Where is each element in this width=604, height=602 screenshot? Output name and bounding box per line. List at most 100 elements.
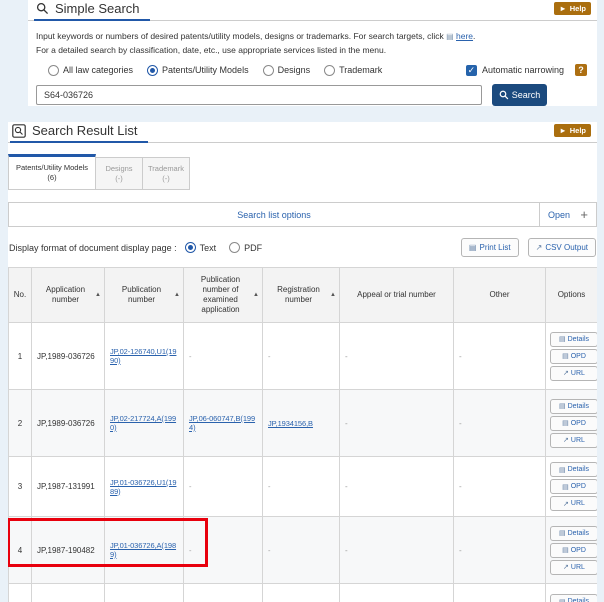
publication-number-link[interactable]: JP,01-036726,U1(1989) xyxy=(110,478,176,496)
help-button[interactable]: ► Help xyxy=(554,2,591,15)
opd-button[interactable]: ▤OPD xyxy=(550,416,597,431)
search-row: Search xyxy=(36,84,597,106)
publication-number-link[interactable]: JP,02-126740,U1(1990) xyxy=(110,347,176,365)
row-no: 1 xyxy=(9,323,32,390)
url-button[interactable]: ↗URL xyxy=(550,433,597,448)
result-list-icon xyxy=(12,124,26,138)
search-input[interactable] xyxy=(36,85,482,105)
table-row: 1 JP,1989-036726 JP,02-126740,U1(1990) -… xyxy=(9,323,598,390)
appeal-trial-number: - xyxy=(345,352,348,361)
publication-number-link[interactable]: JP,01-036726,A(1989) xyxy=(110,541,176,559)
document-icon: ▤ xyxy=(559,335,566,343)
url-button[interactable]: ↗URL xyxy=(550,560,597,575)
examined-publication-link[interactable]: - xyxy=(189,352,191,361)
radio-trademark[interactable]: Trademark xyxy=(324,65,382,76)
radio-selected-icon[interactable] xyxy=(185,242,196,253)
radio-icon[interactable] xyxy=(48,65,59,76)
examined-publication-link[interactable]: JP,06-060747,B(1994) xyxy=(189,414,255,432)
search-icon xyxy=(36,2,49,15)
examined-publication-link[interactable]: - xyxy=(189,482,191,491)
search-list-options-label[interactable]: Search list options xyxy=(9,203,539,226)
appeal-trial-number: - xyxy=(345,419,348,428)
simple-search-heading: Simple Search ► Help xyxy=(28,0,597,21)
radio-icon[interactable] xyxy=(229,242,240,253)
registration-number-link[interactable]: - xyxy=(268,482,270,491)
search-list-options-bar: Search list options Open + xyxy=(8,202,597,227)
sort-ascending-icon[interactable]: ▲ xyxy=(330,290,336,300)
details-button[interactable]: ▤Details xyxy=(550,526,597,541)
opd-button[interactable]: ▤OPD xyxy=(550,479,597,494)
application-number: JP,1989-036726 xyxy=(32,390,105,457)
tab-patents-utility-models[interactable]: Patents/Utility Models (6) xyxy=(8,154,96,190)
external-link-icon: ↗ xyxy=(563,369,569,377)
registration-number-link[interactable]: - xyxy=(268,546,270,555)
opd-button[interactable]: ▤OPD xyxy=(550,349,597,364)
col-examined-publication-number: Publication number of examined applicati… xyxy=(184,268,263,323)
col-registration-number: Registration number▲ xyxy=(263,268,340,323)
document-icon: ▤ xyxy=(559,402,566,410)
url-button[interactable]: ↗URL xyxy=(550,366,597,381)
table-row: 5 JP,1983-140930 JP,60-081804,U1(1985) J… xyxy=(9,584,598,602)
col-other: Other xyxy=(454,268,546,323)
help-arrow-icon: ► xyxy=(559,4,566,13)
document-icon: ▤ xyxy=(559,598,566,602)
sort-ascending-icon[interactable]: ▲ xyxy=(95,290,101,300)
url-button[interactable]: ↗URL xyxy=(550,496,597,511)
radio-selected-icon[interactable] xyxy=(147,65,158,76)
application-number: JP,1987-131991 xyxy=(32,457,105,517)
publication-number-link[interactable]: JP,02-217724,A(1990) xyxy=(110,414,176,432)
other-value: - xyxy=(459,352,462,361)
col-publication-number: Publication number▲ xyxy=(105,268,184,323)
appeal-trial-number: - xyxy=(345,546,348,555)
application-number: JP,1983-140930 xyxy=(32,584,105,602)
tab-designs[interactable]: Designs (-) xyxy=(96,157,143,190)
print-list-button[interactable]: ▤ Print List xyxy=(461,238,519,257)
sort-ascending-icon[interactable]: ▲ xyxy=(174,290,180,300)
checkbox-checked-icon[interactable]: ✓ xyxy=(466,65,477,76)
details-button[interactable]: ▤Details xyxy=(550,594,597,602)
tab-trademark[interactable]: Trademark (-) xyxy=(143,157,190,190)
radio-icon[interactable] xyxy=(324,65,335,76)
details-button[interactable]: ▤Details xyxy=(550,332,597,347)
csv-output-button[interactable]: ↗ CSV Output xyxy=(528,238,596,257)
radio-text-format[interactable]: Text xyxy=(185,242,217,253)
registration-number-link[interactable]: JP,1934156,B xyxy=(268,419,313,428)
external-link-icon: ↗ xyxy=(563,500,569,508)
plus-icon: + xyxy=(580,207,588,222)
application-number: JP,1987-190482 xyxy=(32,517,105,584)
radio-designs[interactable]: Designs xyxy=(263,65,311,76)
export-icon: ↗ xyxy=(536,243,543,252)
document-icon: ▤ xyxy=(562,483,569,491)
search-button[interactable]: Search xyxy=(492,84,547,106)
radio-pdf-format[interactable]: PDF xyxy=(229,242,262,253)
instruction-line2: For a detailed search by classification,… xyxy=(36,45,386,55)
search-icon xyxy=(499,90,509,100)
document-icon: ▤ xyxy=(469,243,477,252)
radio-icon[interactable] xyxy=(263,65,274,76)
radio-patents-utility-models[interactable]: Patents/Utility Models xyxy=(147,65,249,76)
details-button[interactable]: ▤Details xyxy=(550,462,597,477)
automatic-narrowing-label: Automatic narrowing xyxy=(482,65,564,75)
question-help-icon[interactable]: ? xyxy=(575,64,587,76)
external-link-icon: ↗ xyxy=(563,436,569,444)
radio-all-law-categories[interactable]: All law categories xyxy=(48,65,133,76)
other-value: - xyxy=(459,419,462,428)
open-toggle[interactable]: Open + xyxy=(539,203,596,226)
page-title: Simple Search xyxy=(55,1,140,16)
document-icon: ▤ xyxy=(562,352,569,360)
col-appeal-trial-number: Appeal or trial number xyxy=(340,268,454,323)
automatic-narrowing-group: ✓ Automatic narrowing ? xyxy=(466,64,587,76)
here-link[interactable]: here xyxy=(456,31,473,41)
sort-ascending-icon[interactable]: ▲ xyxy=(253,290,259,300)
registration-number-link[interactable]: - xyxy=(268,352,270,361)
col-options: Options xyxy=(546,268,598,323)
document-icon: ▤ xyxy=(559,466,566,474)
examined-publication-link[interactable]: - xyxy=(189,546,191,555)
row-no: 2 xyxy=(9,390,32,457)
details-button[interactable]: ▤Details xyxy=(550,399,597,414)
law-category-row: All law categories Patents/Utility Model… xyxy=(48,64,587,76)
document-icon: ▤ xyxy=(446,32,454,41)
opd-button[interactable]: ▤OPD xyxy=(550,543,597,558)
col-no: No. xyxy=(9,268,32,323)
help-button[interactable]: ► Help xyxy=(554,124,591,137)
